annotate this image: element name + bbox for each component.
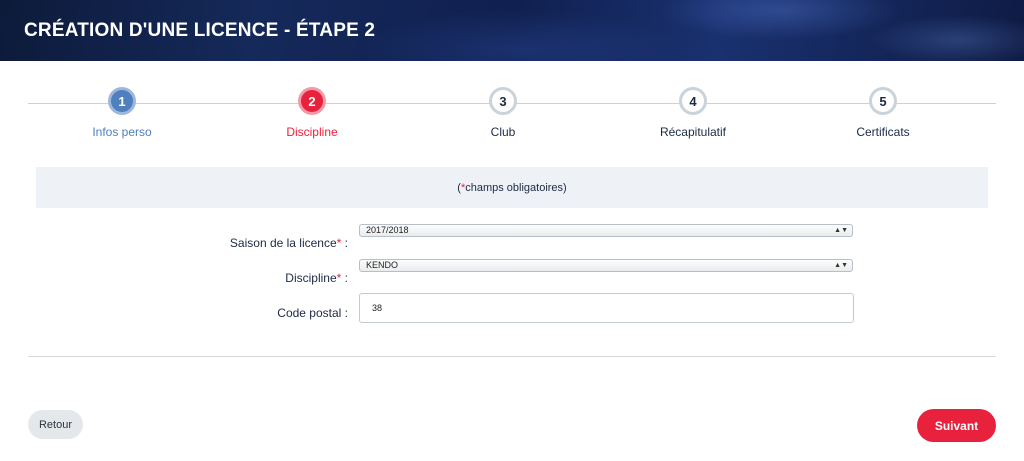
select-arrows-icon: ▲▼ xyxy=(834,227,848,234)
step-label: Infos perso xyxy=(92,125,152,139)
code-postal-label: Code postal : xyxy=(277,306,348,320)
label-colon: : xyxy=(341,271,348,285)
saison-label-text: Saison de la licence xyxy=(229,236,337,250)
step-number: 3 xyxy=(489,87,517,115)
page-header: CRÉATION D'UNE LICENCE - ÉTAPE 2 xyxy=(0,0,1024,61)
discipline-label-text: Discipline xyxy=(285,271,337,285)
saison-value: 2017/2018 xyxy=(366,225,409,235)
step-certificats: 5 Certificats xyxy=(813,87,953,139)
back-button[interactable]: Retour xyxy=(28,410,83,439)
step-number: 2 xyxy=(298,87,326,115)
select-arrows-icon: ▲▼ xyxy=(834,262,848,269)
required-fields-notice: ( * champs obligatoires) xyxy=(36,167,988,208)
code-postal-input[interactable]: 38 xyxy=(359,293,854,323)
saison-select[interactable]: 2017/2018 ▲▼ xyxy=(359,224,853,237)
step-label: Club xyxy=(490,125,516,139)
step-label: Certificats xyxy=(856,125,910,139)
page-title: CRÉATION D'UNE LICENCE - ÉTAPE 2 xyxy=(24,20,376,41)
saison-label: Saison de la licence* : xyxy=(28,236,348,250)
discipline-select[interactable]: KENDO ▲▼ xyxy=(359,259,853,272)
discipline-value: KENDO xyxy=(366,260,399,270)
step-club: 3 Club xyxy=(433,87,573,139)
step-recapitulatif: 4 Récapitulatif xyxy=(623,87,763,139)
footer-divider xyxy=(28,356,996,357)
label-colon: : xyxy=(341,236,348,250)
step-label: Discipline xyxy=(286,125,338,139)
step-infos-perso[interactable]: 1 Infos perso xyxy=(52,87,192,139)
notice-text: champs obligatoires) xyxy=(465,181,567,194)
step-label: Récapitulatif xyxy=(659,125,727,139)
step-number: 5 xyxy=(869,87,897,115)
step-number: 4 xyxy=(679,87,707,115)
next-button[interactable]: Suivant xyxy=(917,409,996,442)
step-discipline[interactable]: 2 Discipline xyxy=(242,87,382,139)
step-number: 1 xyxy=(108,87,136,115)
discipline-label: Discipline* : xyxy=(28,271,348,285)
